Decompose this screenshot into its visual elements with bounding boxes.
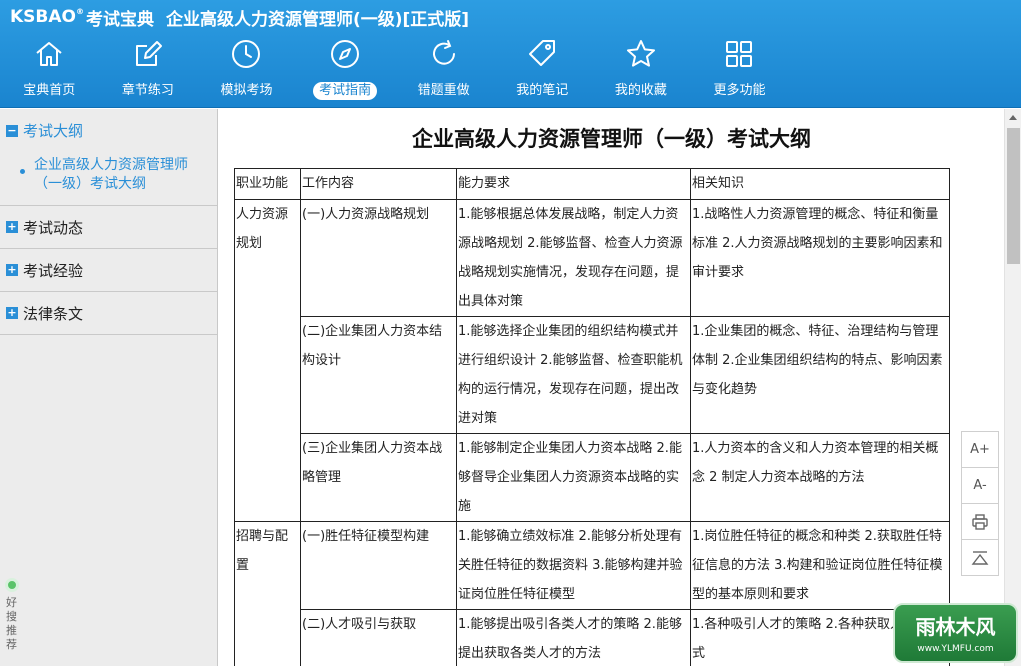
- sidebar-section-exam-syllabus[interactable]: − 考试大纲: [0, 109, 217, 152]
- table-row: (二)企业集团人力资本结构设计 1.能够选择企业集团的组织结构模式并进行组织设计…: [235, 316, 950, 434]
- collapse-icon: −: [6, 123, 18, 137]
- app-window: KSBAO® 考试宝典 企业高级人力资源管理师(一级)[正式版] 宝典首页 章节…: [0, 0, 1021, 666]
- refresh-icon: [432, 40, 455, 65]
- sidebar-section-label: 法律条文: [23, 304, 84, 323]
- content-cell: (一)人力资源战略规划: [300, 199, 457, 317]
- table-row: 人力资源规划 (一)人力资源战略规划 1.能够根据总体发展战略，制定人力资源战略…: [234, 199, 950, 522]
- toolbar-redo-wrong[interactable]: 错题重做: [394, 34, 493, 106]
- header: KSBAO® 考试宝典 企业高级人力资源管理师(一级)[正式版] 宝典首页 章节…: [0, 0, 1021, 108]
- compass-icon: [331, 40, 360, 68]
- sidebar-section-exam-news[interactable]: + 考试动态: [0, 206, 217, 249]
- grid-icon: [726, 41, 753, 67]
- home-icon: [36, 42, 62, 66]
- back-to-top-button[interactable]: [961, 539, 999, 576]
- toolbar-label: 考试指南: [313, 82, 378, 100]
- content-cell: (二)人才吸引与获取: [300, 609, 457, 666]
- document-view: 企业高级人力资源管理师（一级）考试大纲 职业功能 工作内容 能力要求 相关知识 …: [219, 109, 1004, 666]
- table-header-row: 职业功能 工作内容 能力要求 相关知识: [234, 168, 950, 200]
- tag-icon: [529, 40, 556, 66]
- content-cell: (一)胜任特征模型构建: [300, 521, 457, 610]
- app-title: 企业高级人力资源管理师(一级)[正式版]: [165, 9, 470, 30]
- bullet-icon: [20, 169, 25, 174]
- scrollbar-thumb[interactable]: [1007, 128, 1020, 264]
- ability-cell: 1.能够提出吸引各类人才的策略 2.能够提出获取各类人才的方法: [456, 609, 691, 666]
- toolbar-home[interactable]: 宝典首页: [0, 34, 99, 106]
- knowledge-cell: 1.战略性人力资源管理的概念、特征和衡量标准 2.人力资源战略规划的主要影响因素…: [690, 199, 950, 317]
- expand-icon: +: [6, 220, 18, 233]
- title-bar: KSBAO® 考试宝典 企业高级人力资源管理师(一级)[正式版]: [10, 4, 469, 30]
- scroll-up-arrow-icon[interactable]: [1005, 109, 1021, 126]
- star-icon: [626, 40, 655, 67]
- reader-tools: A+ A-: [961, 431, 999, 576]
- sidebar: − 考试大纲 企业高级人力资源管理师（一级）考试大纲 + 考试动态 + 考试经验…: [0, 109, 218, 666]
- ability-cell: 1.能够制定企业集团人力资本战略 2.能够督导企业集团人力资源资本战略的实施: [456, 433, 691, 522]
- recommend-widget[interactable]: 好搜推荐: [2, 578, 22, 666]
- toolbar-my-favorites[interactable]: 我的收藏: [592, 34, 691, 106]
- knowledge-cell: 1.人力资本的含义和人力资本管理的相关概念 2 制定人力资本战略的方法: [690, 433, 950, 522]
- vertical-scrollbar[interactable]: [1004, 109, 1021, 666]
- main-toolbar: 宝典首页 章节练习 模拟考场 考试指南 错题重做 我的笔记 我的收藏 更多功能: [0, 34, 800, 106]
- edit-icon: [135, 41, 162, 66]
- print-button[interactable]: [961, 503, 999, 540]
- print-icon: [972, 513, 988, 530]
- watermark-sub: www.YLMFU.com: [917, 644, 994, 654]
- header-cell: 相关知识: [690, 168, 950, 200]
- recommend-label: 好搜推荐: [6, 596, 17, 651]
- header-cell: 能力要求: [456, 168, 691, 200]
- table-row: 招聘与配置 (一)胜任特征模型构建 1.能够确立绩效标准 2.能够分析处理有关胜…: [234, 521, 950, 666]
- header-cell: 职业功能: [234, 168, 301, 200]
- watermark-main: 雨林木风: [915, 615, 996, 639]
- toolbar-label: 章节练习: [121, 83, 174, 98]
- sidebar-section-label: 考试大纲: [23, 122, 84, 140]
- sidebar-section-exam-experience[interactable]: + 考试经验: [0, 249, 217, 292]
- watermark-logo: 雨林木风 www.YLMFU.com: [893, 603, 1018, 663]
- back-to-top-icon: [971, 550, 989, 565]
- toolbar-chapter-practice[interactable]: 章节练习: [99, 34, 198, 106]
- header-cell: 工作内容: [300, 168, 457, 200]
- ability-cell: 1.能够确立绩效标准 2.能够分析处理有关胜任特征的数据资料 3.能够构建并验证…: [456, 521, 691, 610]
- toolbar-my-notes[interactable]: 我的笔记: [493, 34, 592, 106]
- ksbao-logo: KSBAO®: [10, 7, 84, 27]
- ability-cell: 1.能够根据总体发展战略，制定人力资源战略规划 2.能够监督、检查人力资源战略规…: [456, 199, 691, 317]
- function-cell: 人力资源规划: [234, 199, 301, 522]
- sidebar-section-label: 考试经验: [23, 261, 84, 280]
- font-decrease-button[interactable]: A-: [961, 467, 999, 504]
- sidebar-section-label: 考试动态: [23, 218, 84, 237]
- toolbar-label: 模拟考场: [220, 83, 273, 98]
- toolbar-label: 我的笔记: [516, 83, 569, 98]
- logo-chinese-name: 考试宝典: [85, 9, 154, 30]
- toolbar-label: 我的收藏: [614, 83, 667, 98]
- knowledge-cell: 1.企业集团的概念、特征、治理结构与管理体制 2.企业集团组织结构的特点、影响因…: [690, 316, 950, 434]
- toolbar-exam-guide[interactable]: 考试指南: [296, 34, 395, 106]
- font-increase-button[interactable]: A+: [961, 431, 999, 468]
- sidebar-section-legal-provisions[interactable]: + 法律条文: [0, 292, 217, 335]
- ability-cell: 1.能够选择企业集团的组织结构模式并进行组织设计 2.能够监督、检查职能机构的运…: [456, 316, 691, 434]
- function-cell: 招聘与配置: [234, 521, 301, 666]
- toolbar-mock-exam[interactable]: 模拟考场: [197, 34, 296, 106]
- table-row: (三)企业集团人力资本战略管理 1.能够制定企业集团人力资本战略 2.能够督导企…: [235, 433, 950, 522]
- document-title: 企业高级人力资源管理师（一级）考试大纲: [412, 127, 811, 151]
- content-cell: (三)企业集团人力资本战略管理: [300, 433, 457, 522]
- expand-icon: +: [6, 306, 18, 319]
- sidebar-item-label: 企业高级人力资源管理师（一级）考试大纲: [34, 157, 188, 192]
- content-cell: (二)企业集团人力资本结构设计: [300, 316, 457, 434]
- clock-icon: [232, 40, 261, 68]
- toolbar-label: 更多功能: [713, 83, 766, 98]
- knowledge-cell: 1.岗位胜任特征的概念和种类 2.获取胜任特征信息的方法 3.构建和验证岗位胜任…: [690, 521, 950, 610]
- recommend-dot-icon: [5, 578, 19, 592]
- toolbar-label: 错题重做: [417, 83, 470, 98]
- table-row: (二)人才吸引与获取 1.能够提出吸引各类人才的策略 2.能够提出获取各类人才的…: [235, 609, 950, 666]
- expand-icon: +: [6, 263, 18, 276]
- sidebar-item-syllabus[interactable]: 企业高级人力资源管理师（一级）考试大纲: [0, 152, 217, 206]
- toolbar-more-features[interactable]: 更多功能: [690, 34, 789, 106]
- syllabus-table: 职业功能 工作内容 能力要求 相关知识 人力资源规划 (一)人力资源战略规划 1…: [234, 168, 950, 666]
- toolbar-label: 宝典首页: [23, 83, 76, 98]
